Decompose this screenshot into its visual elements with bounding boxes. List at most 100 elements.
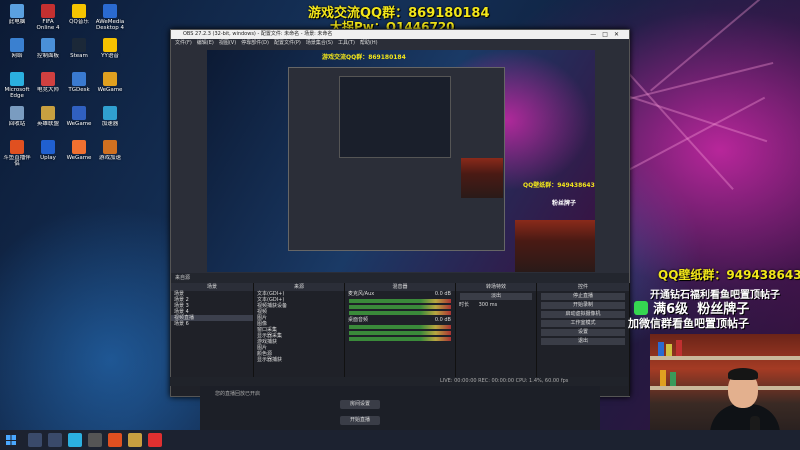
transition-select[interactable]: 淡出 — [460, 293, 532, 300]
promo-line-2: 加微信群看鱼吧置顶帖子 — [628, 317, 749, 330]
list-item[interactable]: 场景 6 — [171, 321, 253, 327]
desktop-icon-label: 回收站 — [8, 121, 26, 127]
desktop-icon[interactable]: AWeMedia Desktop 4 — [95, 4, 125, 31]
menu-item[interactable]: 文件(F) — [175, 40, 192, 46]
search-icon[interactable] — [28, 433, 42, 447]
transitions-title: 转场特效 — [456, 283, 536, 291]
desktop-icon[interactable]: 加速器 — [95, 106, 125, 133]
desktop-icon[interactable]: Uplay — [33, 140, 63, 167]
menu-item[interactable]: 配置文件(P) — [274, 40, 301, 46]
channel-name: 麦克风/Aux — [348, 291, 375, 297]
control-button[interactable]: 设置 — [541, 329, 625, 336]
scene-bar-label: 来自源 — [175, 275, 191, 281]
obs-title-bar[interactable]: OBS 27.2.3 (32-bit, windows) - 配置文件: 未命名… — [171, 30, 629, 39]
menu-item[interactable]: 停靠部件(D) — [241, 40, 269, 46]
app-icon — [10, 72, 24, 86]
edge-icon[interactable] — [68, 433, 82, 447]
volume-meter[interactable] — [349, 325, 451, 329]
desktop-icon[interactable]: 电竞大师 — [33, 72, 63, 99]
controls-title: 控件 — [537, 283, 629, 291]
desktop-icon[interactable]: 英雄联盟 — [33, 106, 63, 133]
desktop-icon[interactable]: WeGame — [95, 72, 125, 99]
desktop-icon[interactable]: WeGame — [64, 106, 94, 133]
book — [660, 370, 666, 386]
sources-title: 来源 — [254, 283, 344, 291]
streamer-hair — [728, 368, 758, 380]
volume-meter[interactable] — [349, 305, 451, 309]
desktop-icon-label: 网络 — [11, 53, 23, 59]
volume-meter[interactable] — [349, 311, 451, 315]
channel-name: 桌面音频 — [348, 317, 369, 323]
menu-item[interactable]: 视图(V) — [219, 40, 236, 46]
menu-item[interactable]: 帮助(H) — [360, 40, 378, 46]
desktop-icon[interactable]: QQ音乐 — [64, 4, 94, 31]
app-icon — [103, 4, 117, 18]
book — [666, 344, 672, 356]
desktop-icon[interactable]: Microsoft Edge — [2, 72, 32, 99]
weibo-icon[interactable] — [148, 433, 162, 447]
obs-preview[interactable]: 游戏交流QQ群：869180184 QQ壁纸群：949438643 粉丝牌子 — [207, 50, 595, 272]
menu-item[interactable]: 工具(T) — [338, 40, 355, 46]
desktop-icon[interactable]: FIFA Online 4 — [33, 4, 63, 31]
desktop-icon[interactable]: 游戏加速 — [95, 140, 125, 167]
volume-meter[interactable] — [349, 331, 451, 335]
desktop-icon[interactable]: YY语音 — [95, 38, 125, 65]
volume-meter[interactable] — [349, 299, 451, 303]
desktop-icon[interactable]: Steam — [64, 38, 94, 65]
obs-window[interactable]: OBS 27.2.3 (32-bit, windows) - 配置文件: 未命名… — [170, 29, 630, 397]
app-icon — [72, 72, 86, 86]
control-button[interactable]: 工作室模式 — [541, 320, 625, 327]
control-button[interactable]: 启动虚拟摄像机 — [541, 311, 625, 318]
app-icon — [41, 4, 55, 18]
desktop-icon[interactable]: 此电脑 — [2, 4, 32, 31]
desktop-icon[interactable]: 斗鱼直播伴侣 — [2, 140, 32, 167]
douyu-icon[interactable] — [108, 433, 122, 447]
wechat-icon — [634, 300, 648, 315]
control-button[interactable]: 停止直播 — [541, 293, 625, 300]
channel-level: 0.0 dB — [434, 291, 451, 297]
obs-menu-bar: 文件(F) 编辑(E) 视图(V) 停靠部件(D) 配置文件(P) 场景集合(S) 工具(T… — [171, 39, 629, 48]
scene-bar: 来自源 — [171, 273, 629, 283]
promo-line-1: 开通钻石福利看鱼吧置顶帖子 — [650, 290, 780, 301]
desktop-icon-label: FIFA Online 4 — [36, 19, 60, 31]
control-button[interactable]: 开始录制 — [541, 302, 625, 309]
app-icon — [72, 140, 86, 154]
app-icon — [10, 4, 24, 18]
game-icon[interactable] — [128, 433, 142, 447]
menu-item[interactable]: 场景集合(S) — [306, 40, 333, 46]
app-icon — [72, 4, 86, 18]
duration-value[interactable]: 300 ms — [479, 302, 498, 308]
menu-item[interactable]: 编辑(E) — [197, 40, 214, 46]
app-icon — [72, 106, 86, 120]
desktop-icon-label: Steam — [70, 53, 88, 59]
scenes-title: 场景 — [171, 283, 253, 291]
volume-meter[interactable] — [349, 337, 451, 341]
desktop-icon-label: 加速器 — [101, 121, 119, 127]
channel-level: 0.0 dB — [434, 317, 451, 323]
app-icon — [103, 140, 117, 154]
control-button[interactable]: 退出 — [541, 338, 625, 345]
background-app: 您的直播回放已开启 房间设置 开始直播 — [200, 386, 600, 432]
desktop-icon[interactable]: 网络 — [2, 38, 32, 65]
desktop-icon-label: 控制面板 — [36, 53, 59, 59]
desktop-icon[interactable]: 回收站 — [2, 106, 32, 133]
mixer-title: 混音器 — [345, 283, 455, 291]
app-icon — [41, 106, 55, 120]
desktop-icon[interactable]: WeGame — [64, 140, 94, 167]
window-controls[interactable]: —□✕ — [590, 30, 625, 39]
obs-icon[interactable] — [88, 433, 102, 447]
start-button[interactable] — [6, 435, 16, 445]
desktop-icon[interactable]: TGDesk — [64, 72, 94, 99]
preview-camera — [515, 220, 595, 272]
start-live-button[interactable]: 开始直播 — [340, 416, 380, 425]
list-item[interactable]: 显示器捕获 — [254, 357, 344, 363]
duration-label: 时长 — [459, 302, 470, 308]
desktop-icon[interactable]: 控制面板 — [33, 38, 63, 65]
desktop-icon-label: 斗鱼直播伴侣 — [3, 155, 31, 167]
room-settings-button[interactable]: 房间设置 — [340, 400, 380, 409]
book — [676, 340, 682, 356]
desktop-icon-label: TGDesk — [68, 87, 90, 93]
task-view-icon[interactable] — [48, 433, 62, 447]
obs-status-bar: LIVE: 00:00:00 REC: 00:00:00 CPU: 1.4%, … — [170, 377, 628, 386]
desktop-icon-label: WeGame — [66, 155, 92, 161]
